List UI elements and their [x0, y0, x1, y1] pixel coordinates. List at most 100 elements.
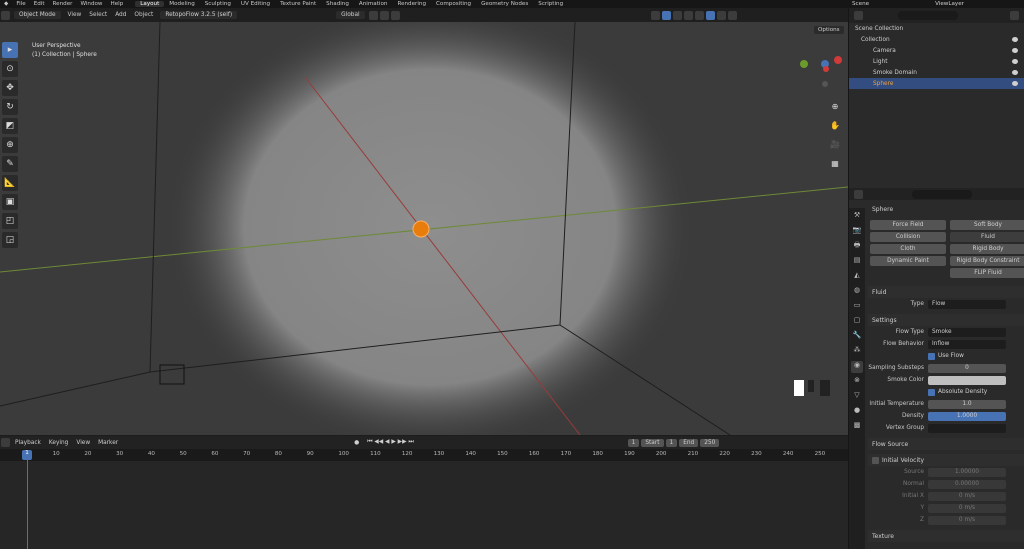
mode-dropdown[interactable]: Object Mode — [14, 11, 61, 19]
fluid-panel-header[interactable]: Fluid — [868, 286, 1024, 298]
outliner-item-smoke-domain[interactable]: Smoke Domain — [849, 67, 1024, 78]
annotate-icon[interactable]: ✎ — [2, 156, 18, 172]
blender-logo-icon[interactable]: ◆ — [0, 1, 12, 7]
playhead[interactable]: 1 — [22, 450, 32, 460]
eye-icon[interactable] — [1012, 37, 1018, 42]
output-tab-icon[interactable]: 🖶 — [851, 241, 863, 253]
view-layer-tab-icon[interactable]: ▤ — [851, 256, 863, 268]
outliner-search-input[interactable] — [898, 11, 958, 20]
pivot-icon[interactable] — [368, 10, 378, 20]
settings-panel-header[interactable]: Settings — [868, 314, 1024, 326]
z-field[interactable]: 0 m/s — [928, 515, 1006, 525]
force-field-button[interactable]: Force Field — [870, 220, 946, 230]
menu-view[interactable]: View — [64, 12, 86, 18]
rendered-shading-icon[interactable] — [727, 10, 737, 20]
scene-name[interactable]: Scene — [848, 1, 873, 7]
menu-marker[interactable]: Marker — [94, 440, 122, 446]
use-flow-checkbox[interactable] — [928, 352, 935, 360]
vertex-group-field[interactable] — [928, 423, 1006, 433]
collection-tab-icon[interactable]: ▭ — [851, 301, 863, 313]
properties-editor-icon[interactable] — [854, 189, 863, 199]
end-frame-field[interactable]: 250 — [700, 438, 720, 447]
options-button[interactable]: Options — [814, 26, 844, 34]
measure-icon[interactable]: 📐 — [2, 175, 18, 191]
y-field[interactable]: 0 m/s — [928, 503, 1006, 513]
cursor-icon[interactable]: ⊙ — [2, 61, 18, 77]
transform-orientation-dropdown[interactable]: Global — [336, 11, 365, 19]
absolute-density-checkbox[interactable] — [928, 388, 935, 396]
dynamic-paint-button[interactable]: Dynamic Paint — [870, 256, 946, 266]
record-icon[interactable]: ● — [350, 440, 363, 446]
tab-rendering[interactable]: Rendering — [392, 1, 431, 7]
texture-panel-header[interactable]: Texture — [868, 530, 1024, 542]
menu-add[interactable]: Add — [111, 12, 130, 18]
add-cube-icon[interactable]: ▣ — [2, 194, 18, 210]
menu-object[interactable]: Object — [130, 12, 157, 18]
scene-tab-icon[interactable]: ◭ — [851, 271, 863, 283]
playback-controls-icon[interactable]: ⏮ ◀◀ ◀ ▶ ▶▶ ⏭ — [363, 439, 417, 446]
material-tab-icon[interactable]: ● — [851, 406, 863, 418]
outliner-item-camera[interactable]: Camera — [849, 45, 1024, 56]
data-tab-icon[interactable]: ▽ — [851, 391, 863, 403]
zoom-icon[interactable]: ⊕ — [829, 102, 841, 114]
eye-icon[interactable] — [1012, 81, 1018, 86]
initial-velocity-checkbox[interactable] — [872, 456, 879, 464]
physics-tab-icon[interactable]: ◉ — [851, 361, 863, 373]
initial-x-field[interactable]: 0 m/s — [928, 491, 1006, 501]
3d-viewport[interactable]: ▸ ⊙ ✥ ↻ ◩ ⊕ ✎ 📐 ▣ ◰ ◲ User Perspective (… — [0, 22, 848, 435]
menu-help[interactable]: Help — [107, 1, 128, 7]
constraints-tab-icon[interactable]: ⊗ — [851, 376, 863, 388]
menu-playback[interactable]: Playback — [11, 440, 45, 446]
menu-timeline-view[interactable]: View — [72, 440, 94, 446]
tool-tab-icon[interactable]: ⚒ — [851, 211, 863, 223]
outliner-editor-icon[interactable] — [854, 11, 863, 20]
overlay-icon[interactable] — [672, 10, 682, 20]
material-shading-icon[interactable] — [716, 10, 726, 20]
menu-file[interactable]: File — [12, 1, 29, 7]
xray-icon[interactable] — [683, 10, 693, 20]
menu-select[interactable]: Select — [85, 12, 111, 18]
transform-icon[interactable]: ⊕ — [2, 137, 18, 153]
collection-row[interactable]: Collection — [849, 34, 1024, 45]
proportional-edit-icon[interactable] — [390, 10, 400, 20]
tab-animation[interactable]: Animation — [354, 1, 393, 7]
filter-icon[interactable] — [1010, 11, 1019, 20]
collision-button[interactable]: Collision — [870, 232, 946, 242]
retopoflow-button[interactable]: RetopoFlow 3.2.5 (self) — [160, 11, 238, 19]
flip-fluid-button[interactable]: FLIP Fluid — [950, 268, 1024, 278]
extra-tool-2-icon[interactable]: ◲ — [2, 232, 18, 248]
tab-shading[interactable]: Shading — [321, 1, 354, 7]
camera-view-icon[interactable]: 🎥 — [829, 140, 841, 152]
tab-modeling[interactable]: Modeling — [164, 1, 199, 7]
fluid-button[interactable]: Fluid — [950, 232, 1024, 242]
outliner-item-light[interactable]: Light — [849, 56, 1024, 67]
timeline-body[interactable] — [0, 461, 848, 549]
tab-texture-paint[interactable]: Texture Paint — [275, 1, 321, 7]
scene-collection-row[interactable]: Scene Collection — [849, 23, 1024, 34]
normal-field[interactable]: 0.00000 — [928, 479, 1006, 489]
menu-render[interactable]: Render — [49, 1, 77, 7]
extra-tool-icon[interactable]: ◰ — [2, 213, 18, 229]
object-tab-icon[interactable]: ▢ — [851, 316, 863, 328]
menu-window[interactable]: Window — [76, 1, 106, 7]
tab-layout[interactable]: Layout — [135, 1, 165, 7]
pan-hand-icon[interactable]: ✋ — [829, 121, 841, 133]
texture-tab-icon[interactable]: ▩ — [851, 421, 863, 433]
gizmo-icon[interactable] — [661, 10, 671, 20]
tab-geometry-nodes[interactable]: Geometry Nodes — [476, 1, 533, 7]
smoke-color-swatch[interactable] — [928, 375, 1006, 385]
initial-temp-field[interactable]: 1.0 — [928, 399, 1006, 409]
properties-search-input[interactable] — [912, 189, 972, 199]
cloth-button[interactable]: Cloth — [870, 244, 946, 254]
menu-keying[interactable]: Keying — [45, 440, 72, 446]
sphere-object[interactable] — [412, 220, 430, 238]
flow-behavior-dropdown[interactable]: Inflow — [928, 339, 1006, 349]
viewlayer-name[interactable]: ViewLayer — [931, 1, 968, 7]
sampling-field[interactable]: 0 — [928, 363, 1006, 373]
scale-icon[interactable]: ◩ — [2, 118, 18, 134]
timeline-ruler[interactable]: 1102030405060708090100110120130140150160… — [0, 449, 848, 461]
wireframe-shading-icon[interactable] — [694, 10, 704, 20]
flow-type-dropdown[interactable]: Smoke — [928, 327, 1006, 337]
visibility-icon[interactable] — [650, 10, 660, 20]
flow-source-panel-header[interactable]: Flow Source — [868, 438, 1024, 450]
